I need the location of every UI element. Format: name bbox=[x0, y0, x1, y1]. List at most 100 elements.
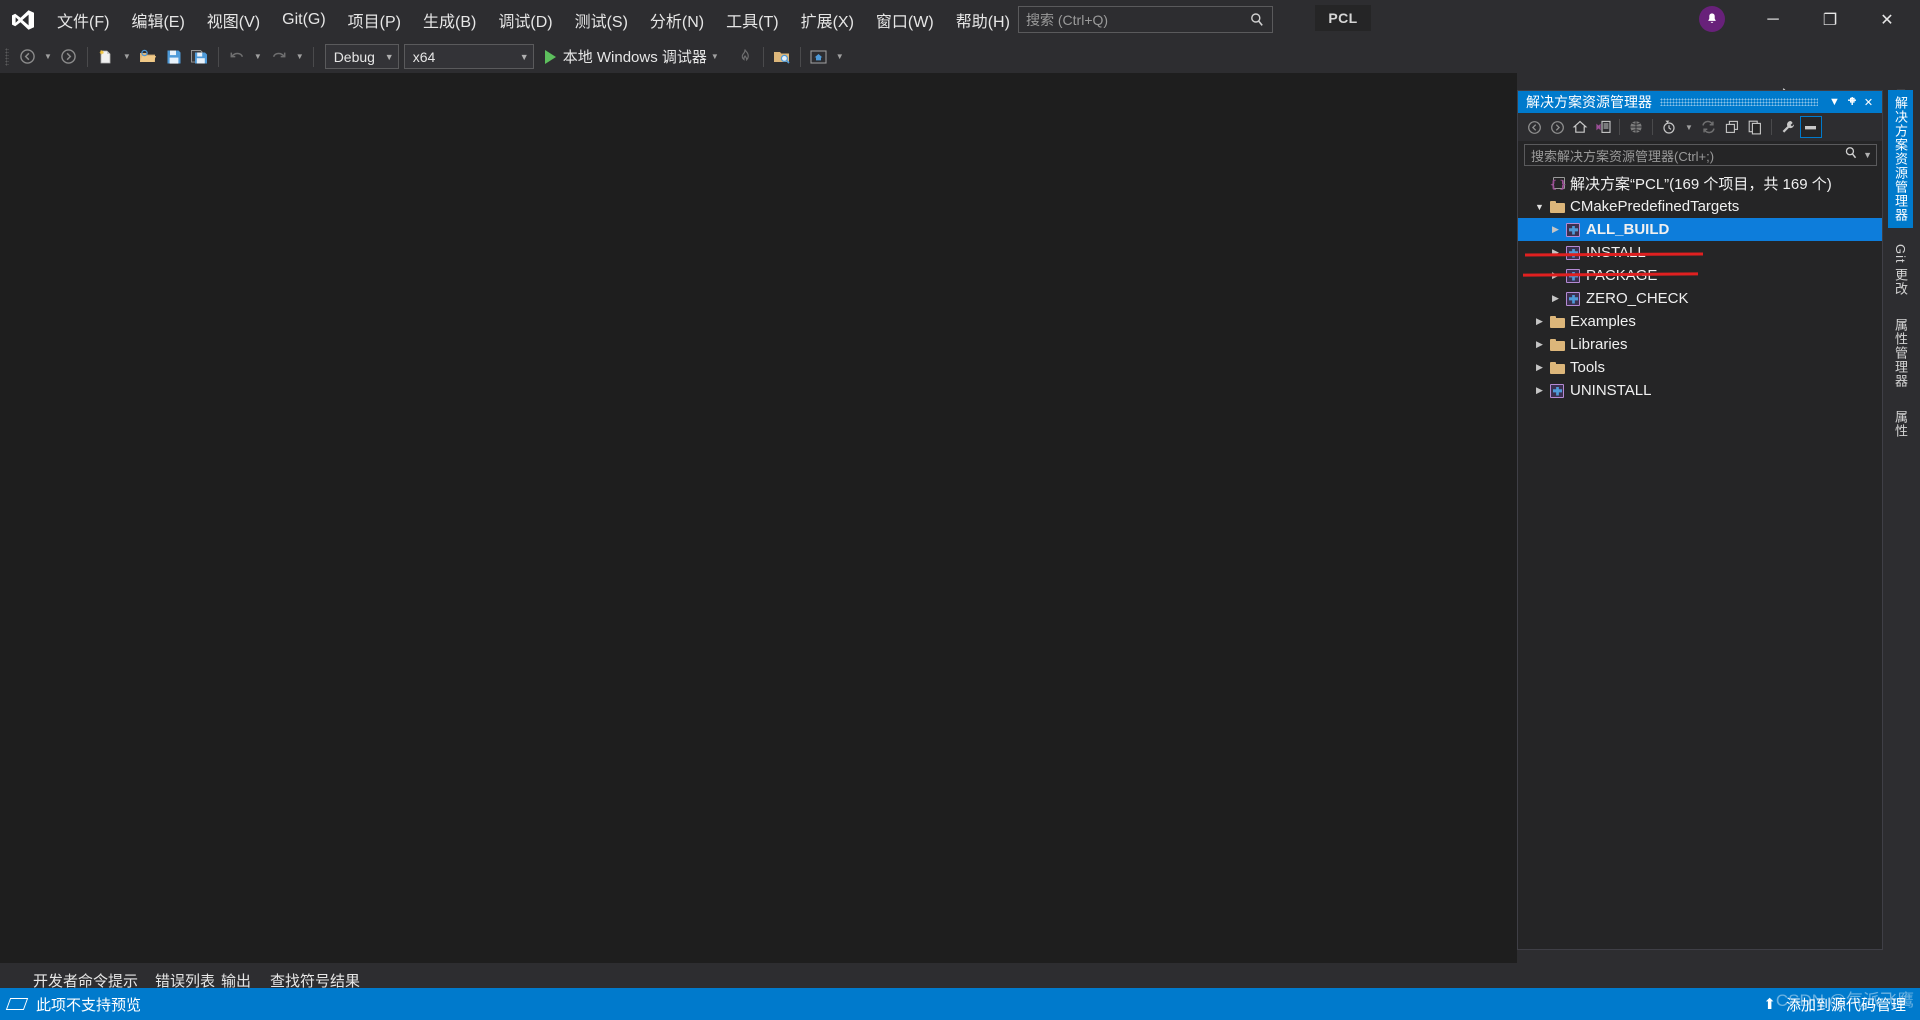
tree-row-label: Tools bbox=[1570, 359, 1606, 376]
solution-explorer-search-placeholder: 搜索解决方案资源管理器(Ctrl+;) bbox=[1531, 148, 1715, 164]
tree-twisty-collapsed-icon[interactable]: ▶ bbox=[1532, 362, 1547, 373]
back-icon[interactable] bbox=[1523, 116, 1545, 138]
chevron-down-icon[interactable]: ▼ bbox=[1681, 123, 1697, 132]
title-drag-dots bbox=[1660, 98, 1818, 106]
redo-dropdown[interactable]: ▼ bbox=[292, 52, 308, 61]
preview-selected-items-icon[interactable] bbox=[1625, 116, 1647, 138]
tree-twisty-collapsed-icon[interactable]: ▶ bbox=[1532, 339, 1547, 350]
tree-row-examples[interactable]: ▶ Examples bbox=[1518, 310, 1882, 333]
solution-configuration-value: Debug bbox=[333, 48, 375, 65]
navigate-back-dropdown[interactable]: ▼ bbox=[40, 52, 56, 61]
pin-icon[interactable] bbox=[1843, 95, 1860, 110]
start-debug-button[interactable]: 本地 Windows 调试器 ▼ bbox=[541, 43, 729, 70]
new-item-icon[interactable] bbox=[93, 44, 119, 70]
pending-changes-filter-icon[interactable] bbox=[1658, 116, 1680, 138]
solution-explorer-title-bar[interactable]: 解决方案资源管理器 ▼ ✕ bbox=[1518, 91, 1882, 113]
navigate-back-icon[interactable] bbox=[14, 44, 40, 70]
folder-icon bbox=[1547, 361, 1567, 374]
toolbar-overflow-icon[interactable]: ▼ bbox=[832, 52, 848, 61]
menu-item-edit[interactable]: 编辑(E) bbox=[120, 0, 195, 40]
search-icon bbox=[1249, 12, 1265, 28]
tree-row-cmakepredefinedtargets[interactable]: ▼ CMakePredefinedTargets bbox=[1518, 195, 1882, 218]
tree-twisty-collapsed-icon[interactable]: ▶ bbox=[1532, 385, 1547, 396]
tree-row-libraries[interactable]: ▶ Libraries bbox=[1518, 333, 1882, 356]
open-folder-icon[interactable] bbox=[135, 44, 161, 70]
menu-item-build[interactable]: 生成(B) bbox=[412, 0, 487, 40]
status-bar: 此项不支持预览 ⬆ 添加到源代码管理 bbox=[0, 988, 1920, 1020]
tree-twisty-collapsed-icon[interactable]: ▶ bbox=[1532, 316, 1547, 327]
properties-wrench-icon[interactable] bbox=[1777, 116, 1799, 138]
forward-icon[interactable] bbox=[1546, 116, 1568, 138]
tree-row-all-build[interactable]: ▶ ALL_BUILD bbox=[1518, 218, 1882, 241]
solution-icon: ❴❵ bbox=[1549, 176, 1568, 191]
menu-item-analyze[interactable]: 分析(N) bbox=[639, 0, 715, 40]
vtab-solution-explorer[interactable]: 解决方案资源管理器 bbox=[1888, 90, 1913, 228]
solution-platform-dropdown[interactable]: x64 ▼ bbox=[403, 44, 534, 69]
vtab-label: 属性 bbox=[1893, 410, 1908, 439]
status-bar-right[interactable]: ⬆ 添加到源代码管理 bbox=[1763, 988, 1920, 1020]
vtab-git-changes[interactable]: Git 更改 bbox=[1888, 238, 1913, 303]
editor-document-area bbox=[0, 73, 1517, 963]
properties-window-icon[interactable] bbox=[1799, 116, 1822, 138]
switch-views-icon[interactable] bbox=[1592, 116, 1614, 138]
status-bar-message: 此项不支持预览 bbox=[36, 996, 142, 1014]
toolbar-grip[interactable] bbox=[0, 40, 14, 73]
vtab-properties[interactable]: 属性 bbox=[1888, 404, 1913, 445]
start-debug-label: 本地 Windows 调试器 bbox=[562, 49, 707, 66]
vtab-label: Git 更改 bbox=[1893, 244, 1908, 297]
tree-row-uninstall[interactable]: ▶ UNINSTALL bbox=[1518, 379, 1882, 402]
solution-explorer-title: 解决方案资源管理器 bbox=[1526, 94, 1652, 110]
chevron-down-icon: ▼ bbox=[519, 51, 529, 62]
global-search-box[interactable]: 搜索 (Ctrl+Q) bbox=[1018, 6, 1273, 33]
tree-twisty-collapsed-icon[interactable]: ▶ bbox=[1548, 293, 1563, 304]
refresh-icon[interactable] bbox=[1698, 116, 1720, 138]
toolbar-separator-4 bbox=[762, 46, 764, 67]
menu-item-file[interactable]: 文件(F) bbox=[46, 0, 120, 40]
folder-icon bbox=[1547, 315, 1567, 328]
menu-item-test[interactable]: 测试(S) bbox=[564, 0, 639, 40]
tree-twisty-expanded-icon[interactable]: ▼ bbox=[1532, 202, 1547, 212]
close-icon[interactable]: ✕ bbox=[1860, 96, 1877, 109]
solution-explorer-search-box[interactable]: 搜索解决方案资源管理器(Ctrl+;) ▼ bbox=[1524, 144, 1877, 166]
maximize-restore-button[interactable]: ❐ bbox=[1807, 0, 1853, 40]
chevron-down-icon[interactable]: ▼ bbox=[1826, 96, 1843, 108]
collapse-all-icon[interactable] bbox=[1721, 116, 1743, 138]
tree-row-label: ALL_BUILD bbox=[1586, 221, 1670, 238]
chevron-down-icon: ▼ bbox=[384, 51, 394, 62]
home-icon[interactable] bbox=[1569, 116, 1591, 138]
vtab-property-manager[interactable]: 属性管理器 bbox=[1888, 312, 1913, 395]
menu-item-extensions[interactable]: 扩展(X) bbox=[790, 0, 865, 40]
start-debug-dropdown[interactable]: ▼ bbox=[707, 52, 723, 61]
tree-twisty-collapsed-icon[interactable]: ▶ bbox=[1548, 224, 1563, 235]
navigate-forward-icon[interactable] bbox=[56, 44, 82, 70]
menu-item-project[interactable]: 项目(P) bbox=[337, 0, 412, 40]
redo-icon[interactable] bbox=[266, 44, 292, 70]
bell-notification-icon[interactable] bbox=[1699, 6, 1725, 32]
solution-configuration-dropdown[interactable]: Debug ▼ bbox=[324, 44, 399, 69]
close-button[interactable]: ✕ bbox=[1864, 0, 1910, 40]
save-icon[interactable] bbox=[161, 44, 187, 70]
undo-icon[interactable] bbox=[224, 44, 250, 70]
menu-item-window[interactable]: 窗口(W) bbox=[865, 0, 945, 40]
undo-dropdown[interactable]: ▼ bbox=[250, 52, 266, 61]
up-arrow-icon: ⬆ bbox=[1763, 996, 1776, 1013]
show-all-files-icon[interactable] bbox=[1744, 116, 1766, 138]
new-item-dropdown[interactable]: ▼ bbox=[119, 52, 135, 61]
tree-row-solution[interactable]: ❴❵ 解决方案“PCL”(169 个项目，共 169 个) bbox=[1518, 172, 1882, 195]
tree-row-tools[interactable]: ▶ Tools bbox=[1518, 356, 1882, 379]
menu-item-view[interactable]: 视图(V) bbox=[196, 0, 271, 40]
home-frame-icon[interactable] bbox=[806, 44, 832, 70]
right-dock-tab-strip: 解决方案资源管理器 Git 更改 属性管理器 属性 bbox=[1888, 90, 1913, 540]
folder-search-icon[interactable] bbox=[769, 44, 795, 70]
tree-row-zero-check[interactable]: ▶ ZERO_CHECK bbox=[1518, 287, 1882, 310]
chevron-down-icon[interactable]: ▼ bbox=[1858, 150, 1872, 160]
save-all-icon[interactable] bbox=[187, 44, 213, 70]
solution-name-badge[interactable]: PCL bbox=[1315, 5, 1371, 31]
menu-item-tools[interactable]: 工具(T) bbox=[715, 0, 789, 40]
menu-item-help[interactable]: 帮助(H) bbox=[945, 0, 1021, 40]
menu-item-git[interactable]: Git(G) bbox=[271, 0, 337, 40]
minimize-button[interactable]: ─ bbox=[1750, 0, 1796, 40]
hot-reload-icon[interactable] bbox=[732, 44, 758, 70]
play-icon bbox=[544, 49, 556, 64]
menu-item-debug[interactable]: 调试(D) bbox=[487, 0, 563, 40]
